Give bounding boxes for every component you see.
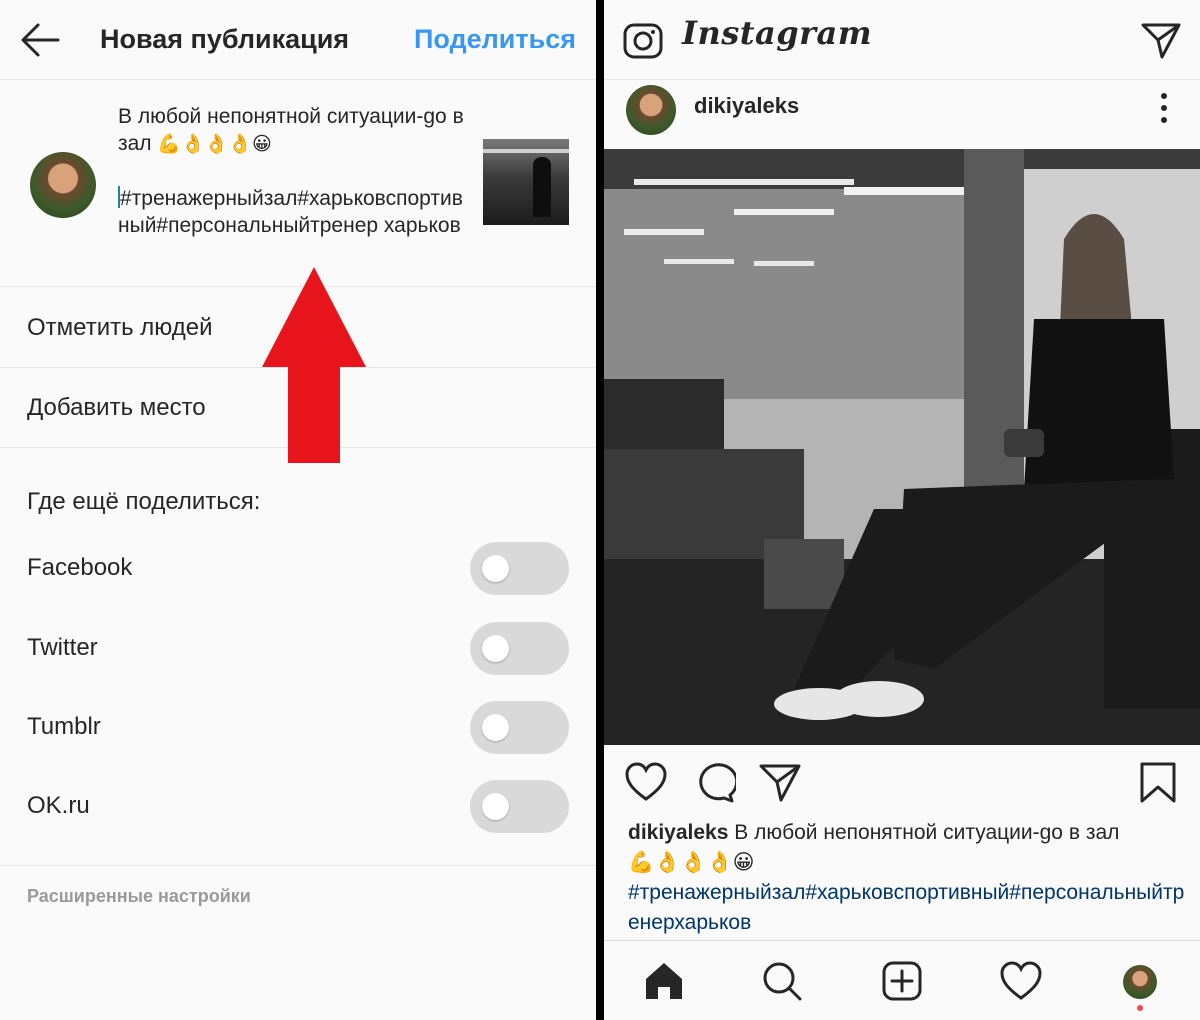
notification-dot [1137,1005,1143,1011]
like-heart-icon[interactable] [624,761,668,803]
share-paper-plane-icon[interactable] [758,761,802,803]
search-icon[interactable] [760,959,804,1003]
share-facebook-row: Facebook [0,528,596,608]
home-icon[interactable] [642,959,686,1003]
caption-hashtags[interactable]: #тренажерныйзал#харьковспортивный#персон… [628,881,1184,934]
caption-editor: В любой непонятной ситуации-go в зал 💪👌👌… [0,81,596,287]
activity-heart-icon[interactable] [999,959,1043,1003]
share-tumblr-row: Tumblr [0,687,596,767]
caption-text: В любой непонятной ситуации-go в зал [734,821,1120,844]
okru-label: OK.ru [27,792,90,819]
share-twitter-row: Twitter [0,608,596,688]
facebook-label: Facebook [27,554,133,581]
advanced-settings-row[interactable]: Расширенные настройки [0,865,596,1020]
post-author-avatar[interactable] [626,85,676,135]
new-post-plus-icon[interactable] [880,959,924,1003]
new-post-screen: Новая публикация Поделиться В любой непо… [0,0,596,1020]
add-location-label: Добавить место [27,394,206,421]
post-header: dikiyaleks [604,81,1200,149]
instagram-logo: Instagram [682,14,873,52]
advanced-settings-link[interactable]: Расширенные настройки [27,886,251,907]
profile-avatar[interactable] [1123,965,1157,999]
twitter-toggle[interactable] [470,622,569,675]
post-photo[interactable] [604,149,1200,745]
bookmark-icon[interactable] [1136,761,1180,803]
caption-hashtags: #тренажерныйзал#харьковспортивный#персон… [118,187,463,237]
share-elsewhere-title: Где ещё поделиться: [27,488,261,515]
share-okru-row: OK.ru [0,766,596,846]
panel-divider [596,0,604,1020]
facebook-toggle[interactable] [470,542,569,595]
caption-emojis: 💪👌👌👌😀 [157,134,272,155]
camera-icon[interactable] [622,20,664,60]
comment-icon[interactable] [692,761,736,803]
direct-message-icon[interactable] [1140,20,1182,60]
post-username[interactable]: dikiyaleks [694,93,799,119]
caption-input[interactable]: В любой непонятной ситуации-go в зал 💪👌👌… [118,103,470,239]
twitter-label: Twitter [27,634,98,661]
share-button[interactable]: Поделиться [414,24,576,55]
annotation-arrow-icon [262,267,366,463]
caption-username[interactable]: dikiyaleks [628,821,728,844]
gym-photo-illustration [604,149,1200,745]
post-caption: dikiyaleks В любой непонятной ситуации-g… [628,818,1188,938]
feed-header: Instagram [604,0,1200,80]
avatar [30,152,96,218]
tumblr-label: Tumblr [27,713,101,740]
back-arrow-icon[interactable] [18,20,62,60]
post-thumbnail[interactable] [483,139,569,225]
bottom-navigation [604,940,1200,1020]
caption-hashtags-block: #тренажерныйзал#харьковспортивный#персон… [118,185,470,239]
instagram-feed-screen: Instagram dikiyaleks dikiyaleks В любой … [604,0,1200,1020]
tumblr-toggle[interactable] [470,701,569,754]
page-title: Новая публикация [100,24,350,54]
more-options-icon[interactable] [1156,91,1172,125]
post-actions-bar [604,745,1200,820]
new-post-header: Новая публикация Поделиться [0,0,596,80]
tag-people-label: Отметить людей [27,314,213,341]
okru-toggle[interactable] [470,780,569,833]
caption-emojis: 💪👌👌👌😀 [628,851,755,874]
